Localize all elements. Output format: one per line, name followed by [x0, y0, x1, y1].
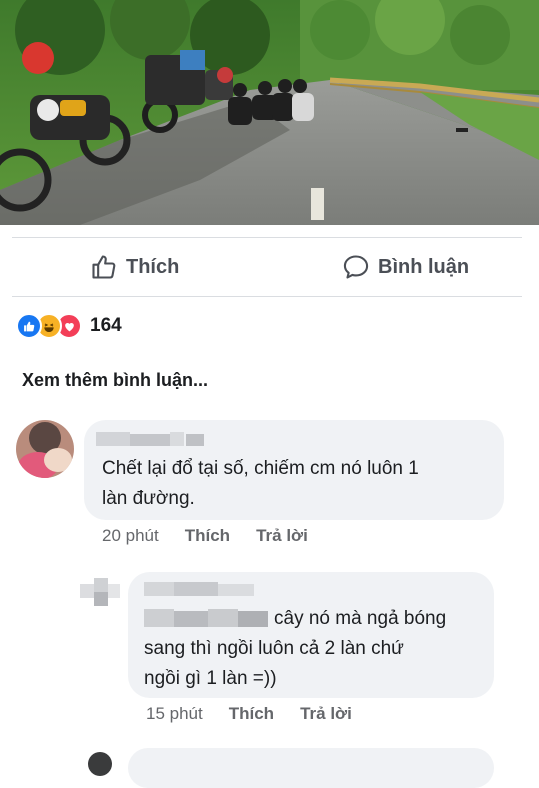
- avatar[interactable]: [88, 752, 112, 776]
- like-button-label: Thích: [126, 255, 180, 278]
- comment-text-line: ngồi gì 1 làn =)): [144, 668, 277, 689]
- road-photo-image: [0, 0, 539, 225]
- comment-button[interactable]: Bình luận: [342, 238, 469, 296]
- comment-like-link[interactable]: Thích: [185, 526, 230, 546]
- comment-reply-link[interactable]: Trả lời: [300, 704, 352, 724]
- comment-bubble: Chết lại đổ tại số, chiếm cm nó luôn 1 l…: [84, 420, 504, 520]
- comment-meta: 20 phút Thích Trả lời: [102, 526, 308, 546]
- comment-meta: 15 phút Thích Trả lời: [146, 704, 352, 724]
- reactions-summary[interactable]: 164: [16, 312, 122, 340]
- comment-timestamp[interactable]: 20 phút: [102, 526, 159, 546]
- comment-text-line: sang thì ngồi luôn cả 2 làn chứ: [144, 638, 404, 659]
- post-photo[interactable]: [0, 0, 539, 225]
- comment-text-line: làn đường.: [102, 488, 195, 509]
- commenter-name-blurred[interactable]: [96, 432, 204, 446]
- comment-bubble: cây nó mà ngả bóng sang thì ngồi luôn cả…: [128, 572, 494, 698]
- like-reaction-icon: [16, 313, 42, 339]
- comment-text-line: Chết lại đổ tại số, chiếm cm nó luôn 1: [102, 458, 419, 479]
- mentioned-name-blurred[interactable]: [144, 609, 268, 627]
- like-button[interactable]: Thích: [90, 238, 179, 296]
- comment-timestamp[interactable]: 15 phút: [146, 704, 203, 724]
- comment-reply-link[interactable]: Trả lời: [256, 526, 308, 546]
- thumbs-up-icon: [90, 253, 118, 281]
- comment-text-line: cây nó mà ngả bóng: [274, 608, 447, 629]
- avatar[interactable]: [16, 420, 74, 478]
- speech-bubble-icon: [342, 253, 370, 281]
- post-action-bar: Thích Bình luận: [12, 237, 522, 297]
- avatar[interactable]: [80, 578, 120, 612]
- comment-like-link[interactable]: Thích: [229, 704, 274, 724]
- commenter-name-blurred[interactable]: [144, 582, 254, 596]
- view-more-comments-link[interactable]: Xem thêm bình luận...: [22, 370, 208, 391]
- reaction-count: 164: [90, 315, 122, 336]
- comment-bubble: [128, 748, 494, 788]
- comment-button-label: Bình luận: [378, 255, 470, 278]
